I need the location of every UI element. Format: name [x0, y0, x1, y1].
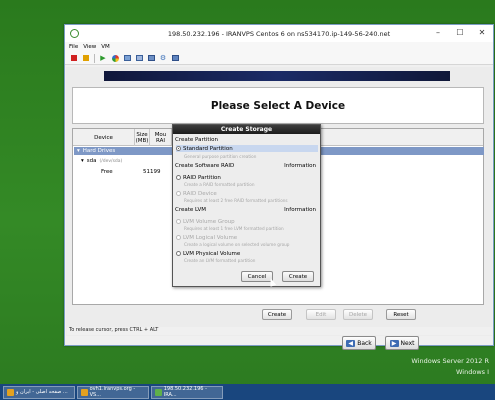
cancel-button-label: Cancel — [247, 273, 267, 280]
taskbar-item-ovh[interactable]: ovh1.iranvps.org - VS... — [77, 385, 149, 399]
back-button[interactable]: ◀ Back — [342, 336, 376, 350]
radio-label: Standard Partition — [183, 145, 233, 152]
radio-button — [176, 191, 181, 196]
hint-lvm-volume-group: Requires at least 1 free LVM formatted p… — [184, 226, 284, 231]
create-button-label: Create — [267, 311, 287, 318]
radio-raid-device: RAID Device — [176, 190, 217, 197]
dialog-create-button[interactable]: Create — [282, 271, 314, 282]
next-arrow-icon: ▶ — [389, 339, 399, 347]
radio-button[interactable] — [176, 146, 181, 151]
radio-lvm-volume-group: LVM Volume Group — [176, 218, 235, 225]
free-label: Free — [101, 169, 113, 175]
browser-icon — [81, 388, 88, 396]
create-button[interactable]: Create — [262, 309, 292, 320]
windows-taskbar: صفحه اصلی - ایران و ... ovh1.iranvps.org… — [0, 384, 495, 400]
radio-label: RAID Partition — [183, 174, 221, 181]
hint-raid-device: Requires at least 2 free RAID formatted … — [184, 198, 288, 203]
radio-button — [176, 219, 181, 224]
free-size: 51199 — [143, 169, 161, 175]
radio-label: LVM Volume Group — [183, 218, 235, 225]
next-button-label: Next — [400, 339, 415, 347]
installer-heading-panel: Please Select A Device — [72, 87, 484, 124]
delete-button[interactable]: Delete — [343, 309, 373, 320]
menu-vm[interactable]: VM — [101, 44, 110, 50]
status-bar: To release cursor, press CTRL + ALT — [67, 327, 493, 335]
maximize-icon[interactable]: ☐ — [449, 25, 471, 40]
taskbar-item-label: صفحه اصلی - ایران و ... — [16, 389, 68, 395]
minimize-icon[interactable]: – — [427, 25, 449, 40]
column-device[interactable]: Device — [73, 129, 135, 146]
taskbar-item-vm-console[interactable]: 198.50.232.196 - IRA... — [151, 385, 223, 399]
snapshot-icon[interactable] — [123, 54, 131, 62]
dialog-title: Create Storage — [173, 125, 320, 134]
dialog-create-button-label: Create — [288, 273, 308, 280]
edit-button-label: Edit — [315, 311, 327, 318]
manage-icon[interactable] — [147, 54, 155, 62]
console-icon[interactable] — [171, 54, 179, 62]
radio-button[interactable] — [176, 175, 181, 180]
browser-icon — [7, 388, 14, 396]
section-create-raid: Create Software RAID — [175, 163, 235, 169]
hint-lvm-logical-volume: Create a logical volume on selected volu… — [184, 242, 290, 247]
delete-button-label: Delete — [348, 311, 368, 318]
table-row-sda[interactable]: ▾ sda (/dev/sda) — [81, 157, 122, 165]
section-create-lvm: Create LVM — [175, 207, 206, 213]
expand-icon[interactable]: ▾ — [81, 158, 84, 164]
hard-drives-label: Hard Drives — [82, 148, 116, 154]
edit-button[interactable]: Edit — [306, 309, 336, 320]
vmware-icon — [155, 388, 162, 396]
raid-information-link[interactable]: Information — [284, 163, 316, 169]
taskbar-item-browser-persian[interactable]: صفحه اصلی - ایران و ... — [3, 385, 75, 399]
window-controls: – ☐ ✕ — [427, 25, 493, 40]
play-icon[interactable]: ▶ — [99, 54, 107, 62]
disk-path: (/dev/sda) — [99, 158, 123, 164]
section-create-partition: Create Partition — [175, 137, 218, 143]
radio-lvm-logical-volume: LVM Logical Volume — [176, 234, 237, 241]
next-button[interactable]: ▶ Next — [385, 336, 419, 350]
hint-raid-partition: Create a RAID formatted partition — [184, 182, 255, 187]
table-row-free[interactable]: Free — [101, 168, 113, 176]
page-title: Please Select A Device — [210, 99, 346, 112]
installer-banner — [104, 71, 450, 81]
hint-standard-partition: General purpose partition creation — [184, 154, 257, 159]
disk-name: sda — [86, 158, 97, 164]
os-watermark-line2: Windows I — [456, 368, 489, 376]
taskbar-item-label: ovh1.iranvps.org - VS... — [89, 386, 136, 398]
reset-button[interactable]: Reset — [386, 309, 416, 320]
column-mount[interactable]: Mou RAI — [150, 129, 172, 146]
radio-button[interactable] — [176, 251, 181, 256]
collapse-icon[interactable]: ▾ — [77, 148, 80, 154]
toolbar-separator — [94, 53, 95, 63]
column-size[interactable]: Size (MB) — [135, 129, 150, 146]
reset-button-label: Reset — [393, 311, 409, 318]
settings-icon[interactable]: ⚙ — [159, 54, 167, 62]
menu-view[interactable]: View — [83, 44, 96, 50]
back-arrow-icon: ◀ — [346, 339, 356, 347]
stop-icon[interactable] — [70, 54, 78, 62]
lvm-information-link[interactable]: Information — [284, 207, 316, 213]
os-watermark: Windows Server 2012 R Windows I — [411, 356, 489, 378]
window-titlebar[interactable]: 198.50.232.196 - IRANVPS Centos 6 on ns5… — [65, 25, 493, 42]
radio-lvm-physical-volume[interactable]: LVM Physical Volume — [176, 250, 240, 257]
revert-icon[interactable] — [135, 54, 143, 62]
reset-icon[interactable] — [111, 54, 119, 62]
vm-toolbar: ▶ ⚙ — [65, 52, 493, 65]
close-icon[interactable]: ✕ — [471, 25, 493, 40]
menu-bar: File View VM — [65, 42, 493, 52]
back-button-label: Back — [357, 339, 372, 347]
taskbar-item-label: 198.50.232.196 - IRA... — [163, 386, 207, 398]
radio-label: LVM Logical Volume — [183, 234, 238, 241]
radio-button — [176, 235, 181, 240]
free-size-cell: 51199 — [143, 168, 161, 176]
pause-icon[interactable] — [82, 54, 90, 62]
hint-lvm-physical-volume: Create an LVM formatted partition — [184, 258, 256, 263]
radio-label: LVM Physical Volume — [183, 250, 241, 257]
os-watermark-line1: Windows Server 2012 R — [411, 357, 489, 365]
radio-standard-partition[interactable]: Standard Partition — [176, 145, 318, 152]
radio-raid-partition[interactable]: RAID Partition — [176, 174, 221, 181]
radio-label: RAID Device — [183, 190, 217, 197]
menu-file[interactable]: File — [69, 44, 78, 50]
create-storage-dialog[interactable]: Create Storage Create Partition Standard… — [172, 124, 321, 287]
